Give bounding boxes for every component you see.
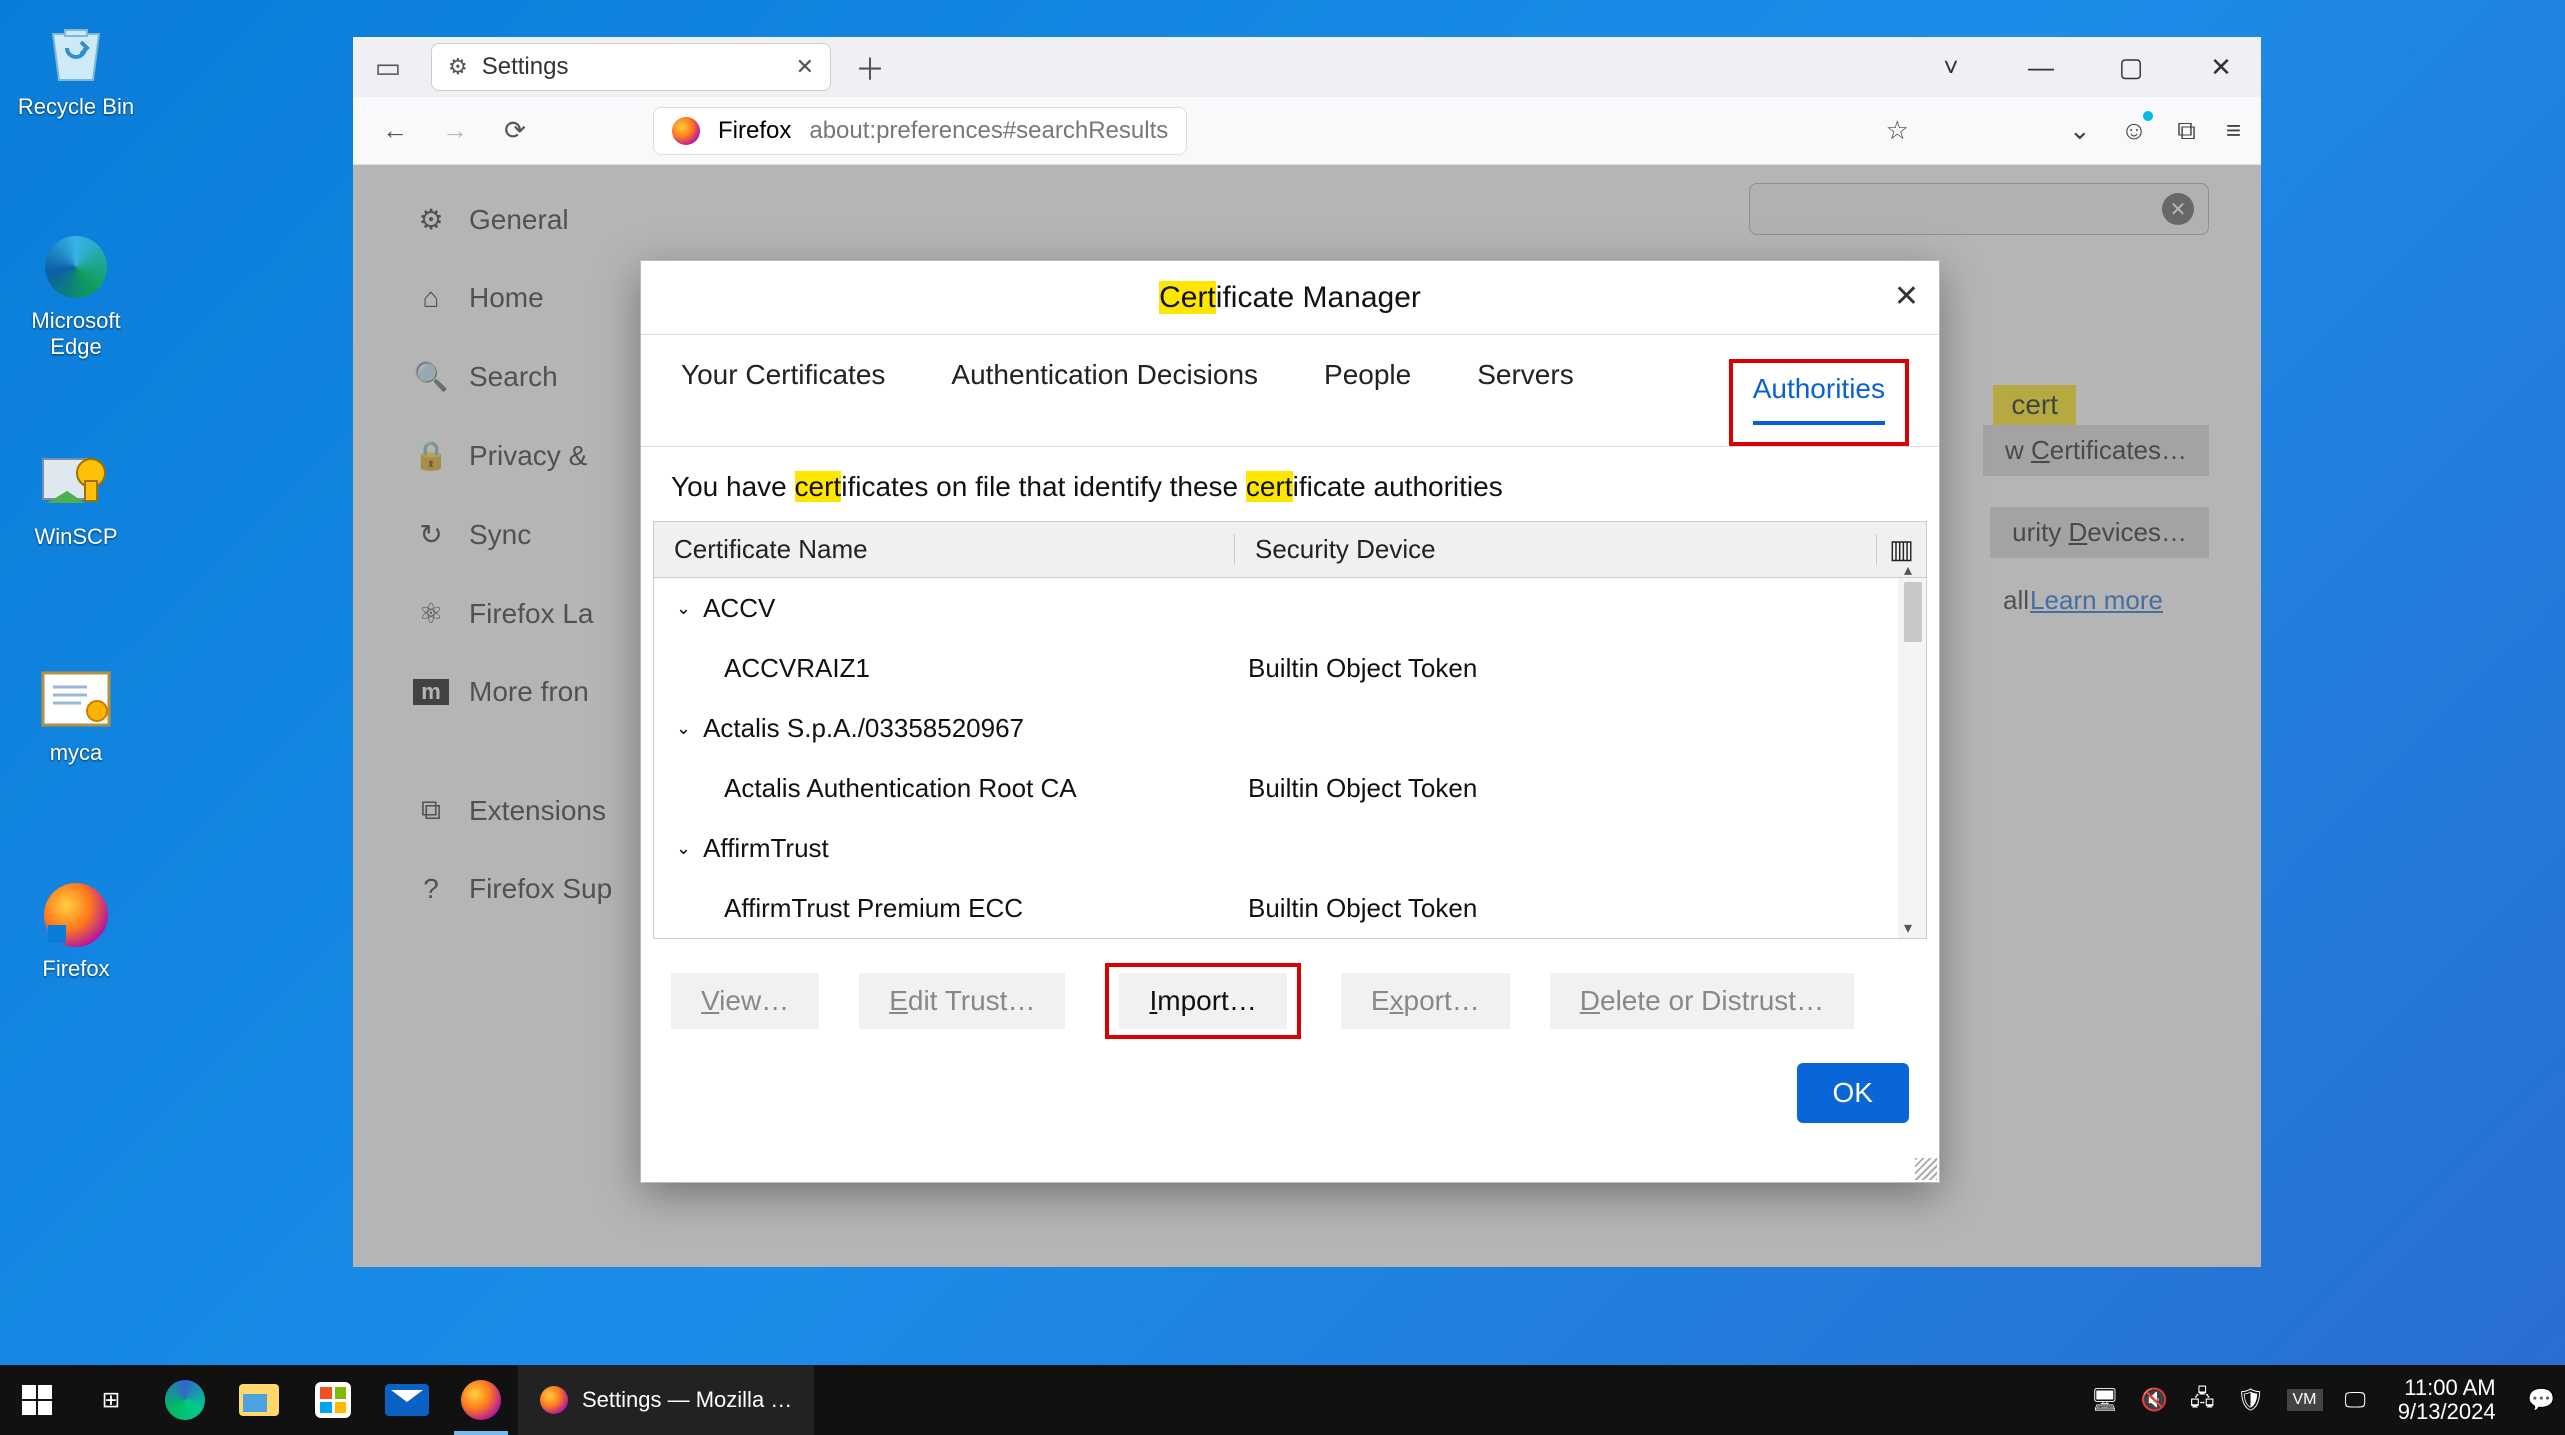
edit-trust-button[interactable]: Edit Trust…: [859, 973, 1065, 1029]
desktop-icon-firefox[interactable]: Firefox: [6, 880, 146, 982]
start-button[interactable]: [0, 1365, 74, 1435]
view-button[interactable]: View…: [671, 973, 819, 1029]
tray-vm-icon[interactable]: VM: [2287, 1389, 2323, 1411]
desktop-icon-label: Firefox: [6, 956, 146, 982]
task-label: Settings — Mozilla …: [582, 1387, 792, 1413]
account-icon[interactable]: ☺: [2121, 115, 2148, 146]
taskbar-active-window[interactable]: Settings — Mozilla …: [518, 1365, 814, 1435]
desktop-icon-label: WinSCP: [6, 524, 146, 550]
chevron-down-icon: ⌄: [676, 598, 691, 619]
table-row[interactable]: ACCVRAIZ1Builtin Object Token: [654, 638, 1898, 698]
firefox-icon: [672, 117, 700, 145]
tab-servers[interactable]: Servers: [1477, 359, 1573, 446]
pocket-icon[interactable]: ⌄: [2069, 115, 2091, 146]
chevron-down-icon: ⌄: [676, 838, 691, 859]
task-view-button[interactable]: ⊞: [74, 1365, 148, 1435]
close-icon[interactable]: ✕: [1894, 279, 1919, 314]
column-picker-icon[interactable]: ▥: [1876, 534, 1926, 565]
resize-handle[interactable]: [1915, 1158, 1937, 1180]
certificate-file-icon: [36, 664, 116, 734]
desktop-icon-recycle-bin[interactable]: Recycle Bin: [6, 18, 146, 120]
titlebar: ▭ ⚙ Settings ✕ ＋ ˅ — ▢ ✕: [353, 37, 2261, 97]
import-button[interactable]: Import…: [1119, 973, 1286, 1029]
address-path: about:preferences#searchResults: [809, 117, 1168, 145]
scrollbar[interactable]: ▴ ▾: [1898, 578, 1926, 938]
tab-dropdown-button[interactable]: ˅: [1911, 37, 1991, 97]
dialog-title: Certificate Manager: [1159, 281, 1421, 315]
reload-button[interactable]: ⟳: [493, 115, 537, 146]
highlight-authorities-tab: Authorities: [1729, 359, 1909, 446]
certificates-table: Certificate Name Security Device ▥ ⌄ACCV…: [653, 521, 1927, 939]
scrollbar-thumb[interactable]: [1904, 582, 1922, 642]
table-body: ⌄ACCV ACCVRAIZ1Builtin Object Token ⌄Act…: [654, 578, 1898, 938]
col-certificate-name[interactable]: Certificate Name: [654, 534, 1234, 565]
ok-button[interactable]: OK: [1797, 1063, 1909, 1123]
highlight-import-button: Import…: [1105, 963, 1300, 1039]
tray-usb-icon[interactable]: 🖥: [2091, 1387, 2119, 1413]
address-domain: Firefox: [718, 117, 791, 145]
tab-people[interactable]: People: [1324, 359, 1411, 446]
tab-authorities[interactable]: Authorities: [1753, 373, 1885, 425]
taskbar-app-mail[interactable]: [370, 1365, 444, 1435]
taskbar: ⊞ Settings — Mozilla … 🖥 🔇 🖧 🛡 VM 🖵 11:0…: [0, 1365, 2565, 1435]
new-tab-button[interactable]: ＋: [855, 45, 885, 89]
table-row[interactable]: ⌄Actalis S.p.A./03358520967: [654, 698, 1898, 758]
close-window-button[interactable]: ✕: [2181, 37, 2261, 97]
gear-icon: ⚙: [448, 54, 468, 80]
browser-tab[interactable]: ⚙ Settings ✕: [431, 43, 831, 91]
recycle-bin-icon: [36, 18, 116, 88]
tab-your-certificates[interactable]: Your Certificates: [681, 359, 885, 446]
tray-security-icon[interactable]: 🛡: [2237, 1387, 2265, 1413]
tray-notification-icon[interactable]: 🖵: [2345, 1387, 2366, 1413]
desktop-icon-edge[interactable]: Microsoft Edge: [6, 232, 146, 361]
chevron-down-icon: ⌄: [676, 718, 691, 739]
edge-icon: [36, 232, 116, 302]
action-center-icon[interactable]: 💬: [2528, 1387, 2555, 1413]
taskbar-app-firefox[interactable]: [444, 1365, 518, 1435]
desktop-icon-myca[interactable]: myca: [6, 664, 146, 766]
desktop-icon-label: myca: [6, 740, 146, 766]
tray-volume-muted-icon[interactable]: 🔇: [2141, 1387, 2168, 1413]
address-bar[interactable]: Firefox about:preferences#searchResults: [653, 107, 1187, 155]
back-button[interactable]: ←: [373, 115, 417, 146]
table-header: Certificate Name Security Device ▥: [654, 522, 1926, 578]
all-tabs-button[interactable]: ▭: [353, 51, 423, 84]
col-security-device[interactable]: Security Device: [1234, 534, 1876, 565]
dialog-buttons: View… Edit Trust… Import… Export… Delete…: [641, 939, 1939, 1063]
delete-distrust-button[interactable]: Delete or Distrust…: [1550, 973, 1854, 1029]
export-button[interactable]: Export…: [1341, 973, 1510, 1029]
close-tab-icon[interactable]: ✕: [796, 54, 814, 80]
certificate-manager-dialog: Certificate Manager ✕ Your Certificates …: [640, 260, 1940, 1183]
bookmark-star-icon[interactable]: ☆: [1886, 115, 1909, 146]
table-row[interactable]: ⌄AffirmTrust: [654, 818, 1898, 878]
dialog-description: You have certificates on file that ident…: [641, 447, 1939, 521]
scroll-down-icon[interactable]: ▾: [1904, 918, 1912, 938]
system-tray: 🖥 🔇 🖧 🛡 VM 🖵 11:00 AM 9/13/2024 💬: [2091, 1376, 2565, 1424]
firefox-icon: [36, 880, 116, 950]
minimize-button[interactable]: —: [2001, 37, 2081, 97]
table-row[interactable]: ⌄ACCV: [654, 578, 1898, 638]
table-row[interactable]: Actalis Authentication Root CABuiltin Ob…: [654, 758, 1898, 818]
taskbar-app-store[interactable]: [296, 1365, 370, 1435]
navigation-toolbar: ← → ⟳ Firefox about:preferences#searchRe…: [353, 97, 2261, 165]
tab-label: Settings: [482, 53, 569, 81]
taskbar-app-explorer[interactable]: [222, 1365, 296, 1435]
forward-button[interactable]: →: [433, 115, 477, 146]
scroll-up-icon[interactable]: ▴: [1904, 560, 1912, 580]
table-row[interactable]: AffirmTrust Premium ECCBuiltin Object To…: [654, 878, 1898, 938]
desktop-icon-label: Microsoft Edge: [6, 308, 146, 361]
dialog-tabs: Your Certificates Authentication Decisio…: [641, 335, 1939, 447]
taskbar-app-edge[interactable]: [148, 1365, 222, 1435]
extensions-icon[interactable]: ⧉: [2177, 115, 2196, 147]
tray-network-icon[interactable]: 🖧: [2190, 1381, 2215, 1419]
winscp-icon: [36, 448, 116, 518]
maximize-button[interactable]: ▢: [2091, 37, 2171, 97]
app-menu-icon[interactable]: ≡: [2226, 115, 2241, 146]
desktop-icon-label: Recycle Bin: [6, 94, 146, 120]
tab-authentication-decisions[interactable]: Authentication Decisions: [951, 359, 1258, 446]
desktop-icon-winscp[interactable]: WinSCP: [6, 448, 146, 550]
firefox-icon: [540, 1386, 568, 1414]
taskbar-clock[interactable]: 11:00 AM 9/13/2024: [2388, 1376, 2506, 1424]
dialog-header: Certificate Manager ✕: [641, 261, 1939, 335]
